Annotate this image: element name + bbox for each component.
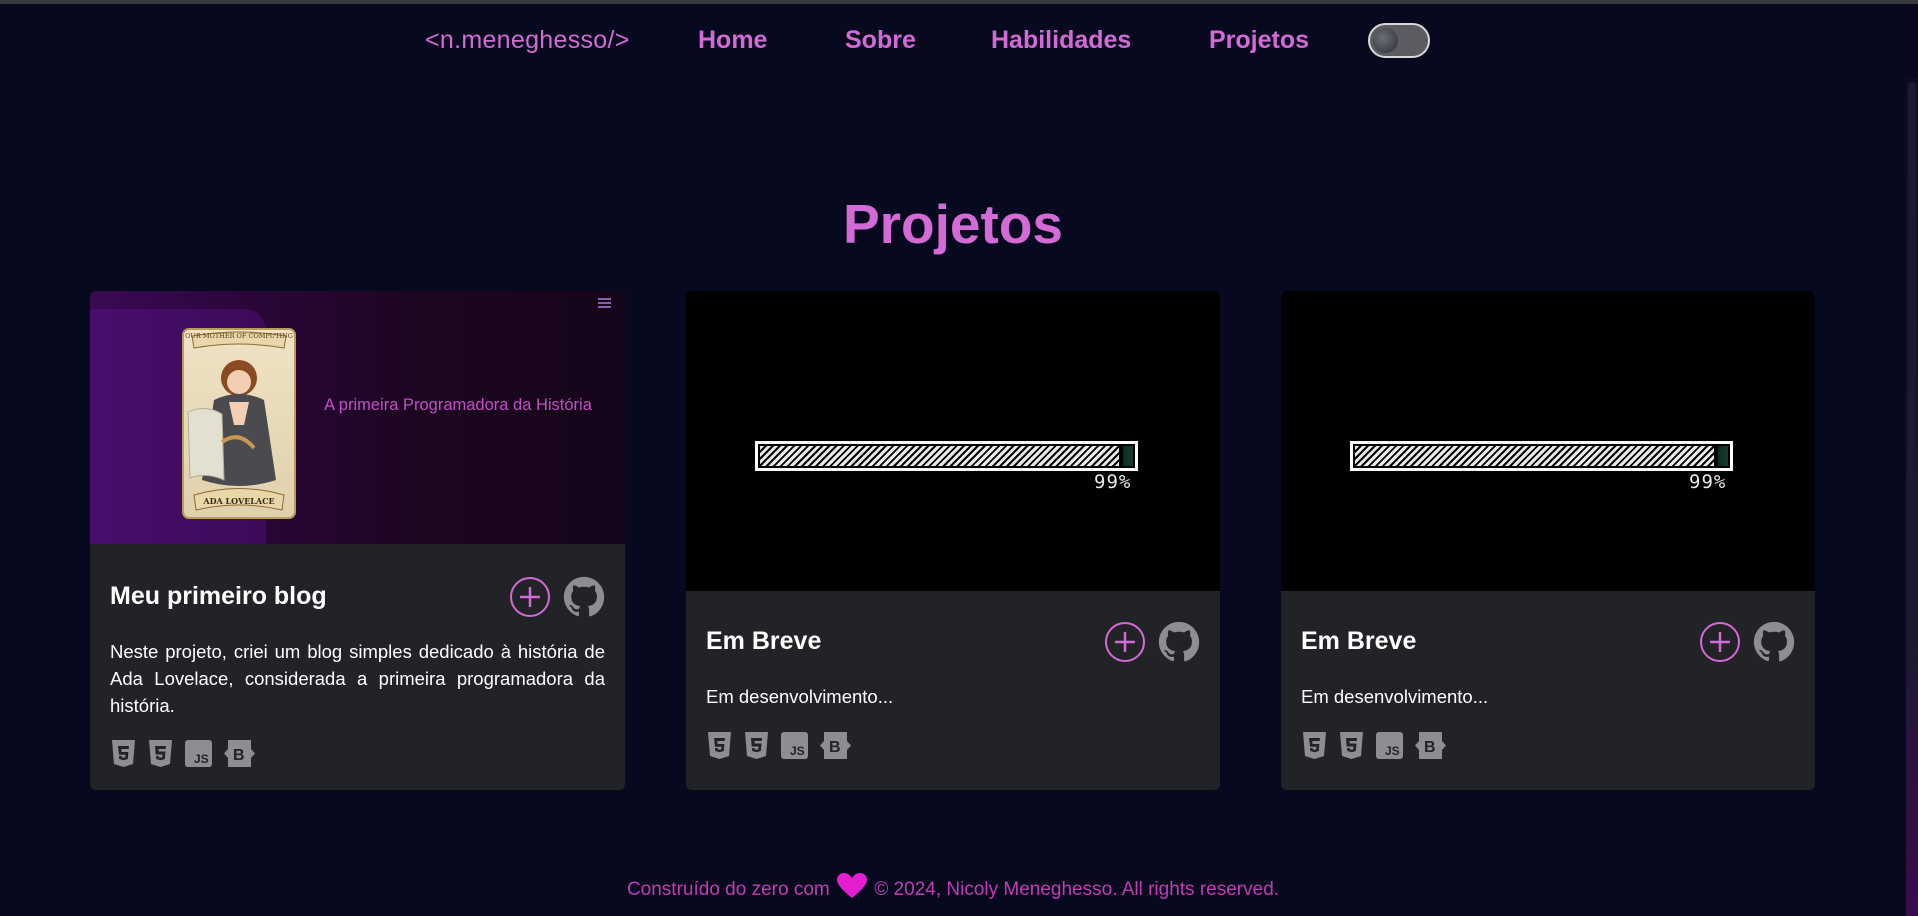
github-button[interactable] [1158,621,1200,663]
project-card-em-breve-1: 99% Em Breve Em desenvolvimento... JS B [686,291,1220,790]
svg-text:JS: JS [194,752,209,766]
github-button[interactable] [1753,621,1795,663]
footer: Construído do zero com © 2024, Nicoly Me… [0,873,1906,901]
project-card-em-breve-2: 99% Em Breve Em desenvolvimento... JS B [1281,291,1815,790]
bootstrap-icon: B [223,739,256,772]
ada-lovelace-illustration: OUR MOTHER OF COMPUTING ADA LOVELACE [182,328,296,519]
svg-text:B: B [1424,739,1436,756]
svg-text:B: B [233,747,245,764]
progress-label: 99% [1094,471,1132,493]
plus-icon [1710,632,1730,652]
progress-label: 99% [1689,471,1727,493]
nav-link-projetos[interactable]: Projetos [1209,26,1309,55]
project-image[interactable]: OUR MOTHER OF COMPUTING ADA LOVELACE A p… [90,291,625,544]
project-image[interactable]: 99% [1281,291,1815,591]
html5-icon [110,739,137,772]
nav-link-habilidades[interactable]: Habilidades [991,26,1131,55]
bootstrap-icon: B [1414,731,1447,764]
project-title: Meu primeiro blog [110,582,327,610]
top-navigation: <n.meneghesso/> Home Sobre Habilidades P… [0,22,1918,62]
nav-link-home[interactable]: Home [698,26,767,55]
scrollbar-thumb[interactable] [1908,82,1916,672]
project-description: Em desenvolvimento... [1301,686,1489,707]
css3-icon [743,731,770,764]
tech-stack: JS B [1301,731,1452,761]
svg-text:B: B [829,739,841,756]
progress-fill [760,446,1120,466]
plus-icon [520,587,540,607]
tech-stack: JS B [110,739,261,769]
project-image[interactable]: 99% [686,291,1220,591]
javascript-icon: JS [780,731,809,764]
illustration-bottom-text: ADA LOVELACE [203,496,275,506]
project-title: Em Breve [706,627,822,655]
html5-icon [706,731,733,764]
theme-toggle[interactable] [1368,23,1430,58]
github-button[interactable] [563,576,605,618]
progress-end [1718,446,1728,466]
project-description: Em desenvolvimento... [706,686,894,707]
tech-stack: JS B [706,731,857,761]
progress-end [1123,446,1133,466]
site-logo[interactable]: <n.meneghesso/> [425,26,630,55]
plus-icon [1115,632,1135,652]
github-icon [563,576,605,617]
image-caption: A primeira Programadora da História [324,396,592,414]
progress-fill [1355,446,1715,466]
css3-icon [147,739,174,772]
footer-prefix: Construído do zero com [626,879,830,900]
details-button[interactable] [510,577,550,617]
project-title: Em Breve [1301,627,1417,655]
svg-text:JS: JS [790,744,805,758]
heart-icon [837,873,867,898]
html5-icon [1301,731,1328,764]
nav-link-sobre[interactable]: Sobre [845,26,916,55]
bootstrap-icon: B [819,731,852,764]
moon-icon [1373,28,1398,53]
details-button[interactable] [1105,622,1145,662]
github-icon [1158,621,1200,662]
project-card-blog: OUR MOTHER OF COMPUTING ADA LOVELACE A p… [90,291,625,790]
illustration-top-text: OUR MOTHER OF COMPUTING [185,332,293,340]
section-title: Projetos [842,193,1064,255]
javascript-icon: JS [184,739,213,772]
svg-text:JS: JS [1385,744,1400,758]
css3-icon [1338,731,1365,764]
browser-top-strip [0,0,1918,4]
progress-bar [755,441,1138,471]
footer-copyright: © 2024, Nicoly Meneghesso. All rights re… [874,879,1280,900]
project-description: Neste projeto, criei um blog simples ded… [110,641,605,716]
github-icon [1753,621,1795,662]
details-button[interactable] [1700,622,1740,662]
progress-bar [1350,441,1733,471]
menu-icon[interactable] [598,298,611,308]
javascript-icon: JS [1375,731,1404,764]
